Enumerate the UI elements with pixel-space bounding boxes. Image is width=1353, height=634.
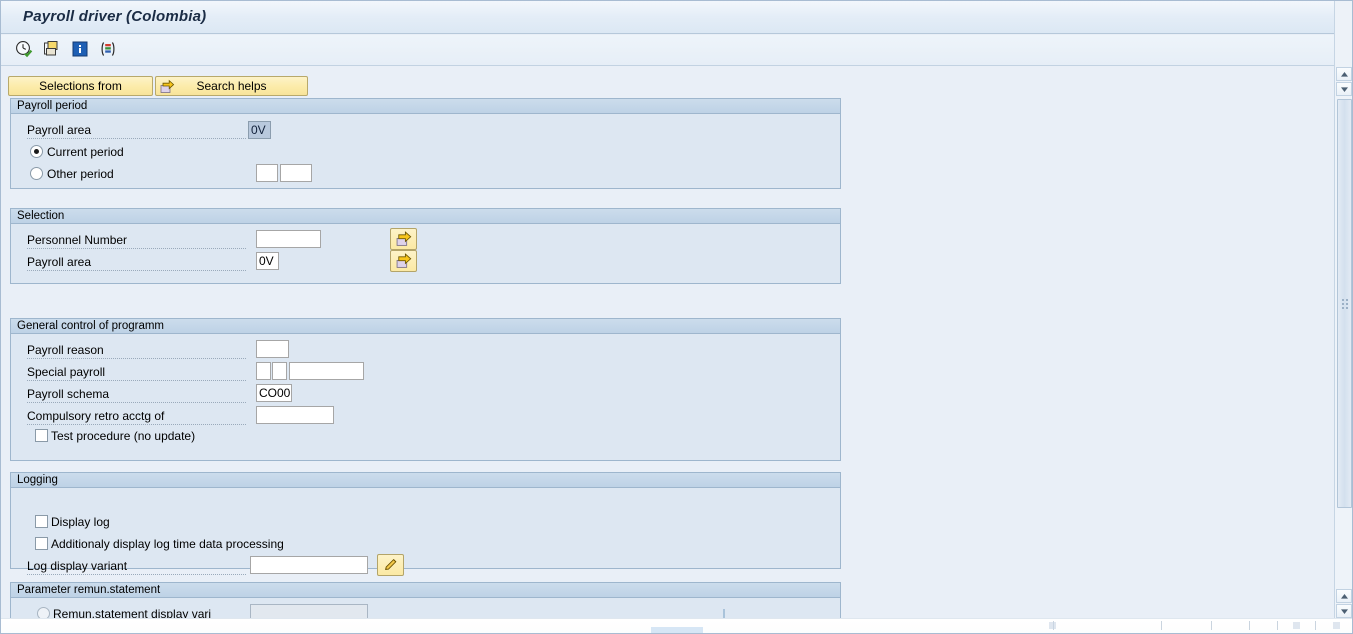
- group-selection-body: Personnel Number Payroll area 0V: [11, 224, 840, 283]
- current-period-radio[interactable]: [30, 145, 43, 158]
- group-payroll-period-header: Payroll period: [11, 99, 840, 114]
- toolbar-icon-group: [14, 39, 118, 59]
- selection-payroll-area-label: Payroll area: [27, 255, 246, 271]
- payroll-schema-input[interactable]: CO00: [256, 384, 292, 402]
- log-display-variant-label: Log display variant: [27, 559, 246, 575]
- compulsory-retro-input[interactable]: [256, 406, 334, 424]
- scroll-up-arrow[interactable]: [1336, 67, 1352, 81]
- log-display-variant-input[interactable]: [250, 556, 368, 574]
- scroll-up-arrow-bottom[interactable]: [1336, 589, 1352, 603]
- test-procedure-label: Test procedure (no update): [51, 429, 196, 443]
- group-parameter-remun-statement: Parameter remun.statement Remun.statemen…: [10, 582, 841, 619]
- title-bar: Payroll driver (Colombia): [1, 1, 1352, 34]
- chevron-down-icon: [1340, 608, 1348, 614]
- application-toolbar: © www.tutorialkart.com: [1, 35, 1352, 95]
- personnel-number-multiple-selection-button[interactable]: [390, 228, 417, 250]
- group-general-control-body: Payroll reason Special payroll Payroll s…: [11, 334, 840, 460]
- group-selection-header: Selection: [11, 209, 840, 224]
- page-title: Payroll driver (Colombia): [23, 8, 207, 25]
- payroll-period-payroll-area-value: 0V: [248, 121, 271, 139]
- additional-log-label: Additionaly display log time data proces…: [51, 537, 284, 551]
- get-variant-icon[interactable]: [42, 39, 62, 59]
- payroll-reason-label: Payroll reason: [27, 343, 246, 359]
- chevron-down-icon: [1340, 86, 1348, 92]
- group-general-control-header: General control of programm: [11, 319, 840, 334]
- current-period-label: Current period: [47, 145, 124, 159]
- yellow-arrow-icon: [160, 79, 175, 94]
- payroll-schema-label: Payroll schema: [27, 387, 246, 403]
- scrollbar-grip: [1342, 297, 1344, 311]
- pencil-icon: [384, 558, 396, 570]
- search-helps-label: Search helps: [196, 79, 267, 93]
- compulsory-retro-label: Compulsory retro acctg of: [27, 409, 246, 425]
- group-logging-body: Display log Additionaly display log time…: [11, 488, 840, 576]
- push-button-row: Selections from Search helps: [8, 76, 308, 96]
- log-variant-edit-button[interactable]: [377, 554, 404, 576]
- scroll-down-arrow[interactable]: [1336, 604, 1352, 618]
- selections-from-button[interactable]: Selections from: [8, 76, 153, 96]
- sap-application-window: Payroll driver (Colombia) Selections fro…: [0, 0, 1353, 634]
- display-log-checkbox[interactable]: [35, 515, 48, 528]
- chevron-up-icon: [1340, 71, 1348, 77]
- special-payroll-input-2[interactable]: [272, 362, 287, 380]
- group-payroll-period: Payroll period Payroll area 0V Current p…: [10, 98, 841, 189]
- payroll-reason-input[interactable]: [256, 340, 289, 358]
- status-bar: [1, 618, 1352, 633]
- scrollbar-thumb[interactable]: [1337, 99, 1352, 508]
- test-procedure-checkbox[interactable]: [35, 429, 48, 442]
- execute-clock-icon[interactable]: [14, 39, 34, 59]
- group-general-control: General control of programm Payroll reas…: [10, 318, 841, 461]
- scroll-down-arrow-top[interactable]: [1336, 82, 1352, 96]
- personnel-number-label: Personnel Number: [27, 233, 246, 249]
- personnel-number-input[interactable]: [256, 230, 321, 248]
- group-payroll-period-body: Payroll area 0V Current period Other per…: [11, 114, 840, 188]
- selection-payroll-area-input[interactable]: 0V: [256, 252, 279, 270]
- selection-screen-content: Selections from Search helps Payroll per…: [1, 67, 1327, 619]
- search-helps-button[interactable]: Search helps: [155, 76, 308, 96]
- scrollbar-grip-2: [1346, 297, 1348, 311]
- special-payroll-label: Special payroll: [27, 365, 246, 381]
- group-logging-header: Logging: [11, 473, 840, 488]
- special-payroll-input-3[interactable]: [289, 362, 364, 380]
- other-period-field-1[interactable]: [256, 164, 278, 182]
- remun-statement-variant-input: [250, 604, 368, 619]
- multiple-selection-arrow-icon: [396, 253, 411, 268]
- group-logging: Logging Display log Additionaly display …: [10, 472, 841, 576]
- outer-scroll-stub: [1334, 1, 1352, 67]
- multiple-selection-arrow-icon: [396, 231, 411, 246]
- chevron-up-icon: [1340, 593, 1348, 599]
- vertical-scrollbar[interactable]: [1334, 67, 1352, 619]
- empty-right-pane: [849, 67, 1327, 619]
- display-log-label: Display log: [51, 515, 110, 529]
- special-payroll-input-1[interactable]: [256, 362, 271, 380]
- other-period-field-2[interactable]: [280, 164, 312, 182]
- group-parameter-remun-header: Parameter remun.statement: [11, 583, 840, 598]
- group-selection: Selection Personnel Number Payroll area …: [10, 208, 841, 284]
- information-icon[interactable]: [70, 39, 90, 59]
- multi-color-stripes-icon[interactable]: [98, 39, 118, 59]
- other-period-label: Other period: [47, 167, 114, 181]
- other-period-radio[interactable]: [30, 167, 43, 180]
- payroll-area-multiple-selection-button[interactable]: [390, 250, 417, 272]
- payroll-period-payroll-area-label: Payroll area: [27, 123, 246, 139]
- clipped-ui-fragment: [651, 627, 703, 633]
- additional-log-checkbox[interactable]: [35, 537, 48, 550]
- group-parameter-remun-body: Remun.statement display vari: [11, 598, 840, 619]
